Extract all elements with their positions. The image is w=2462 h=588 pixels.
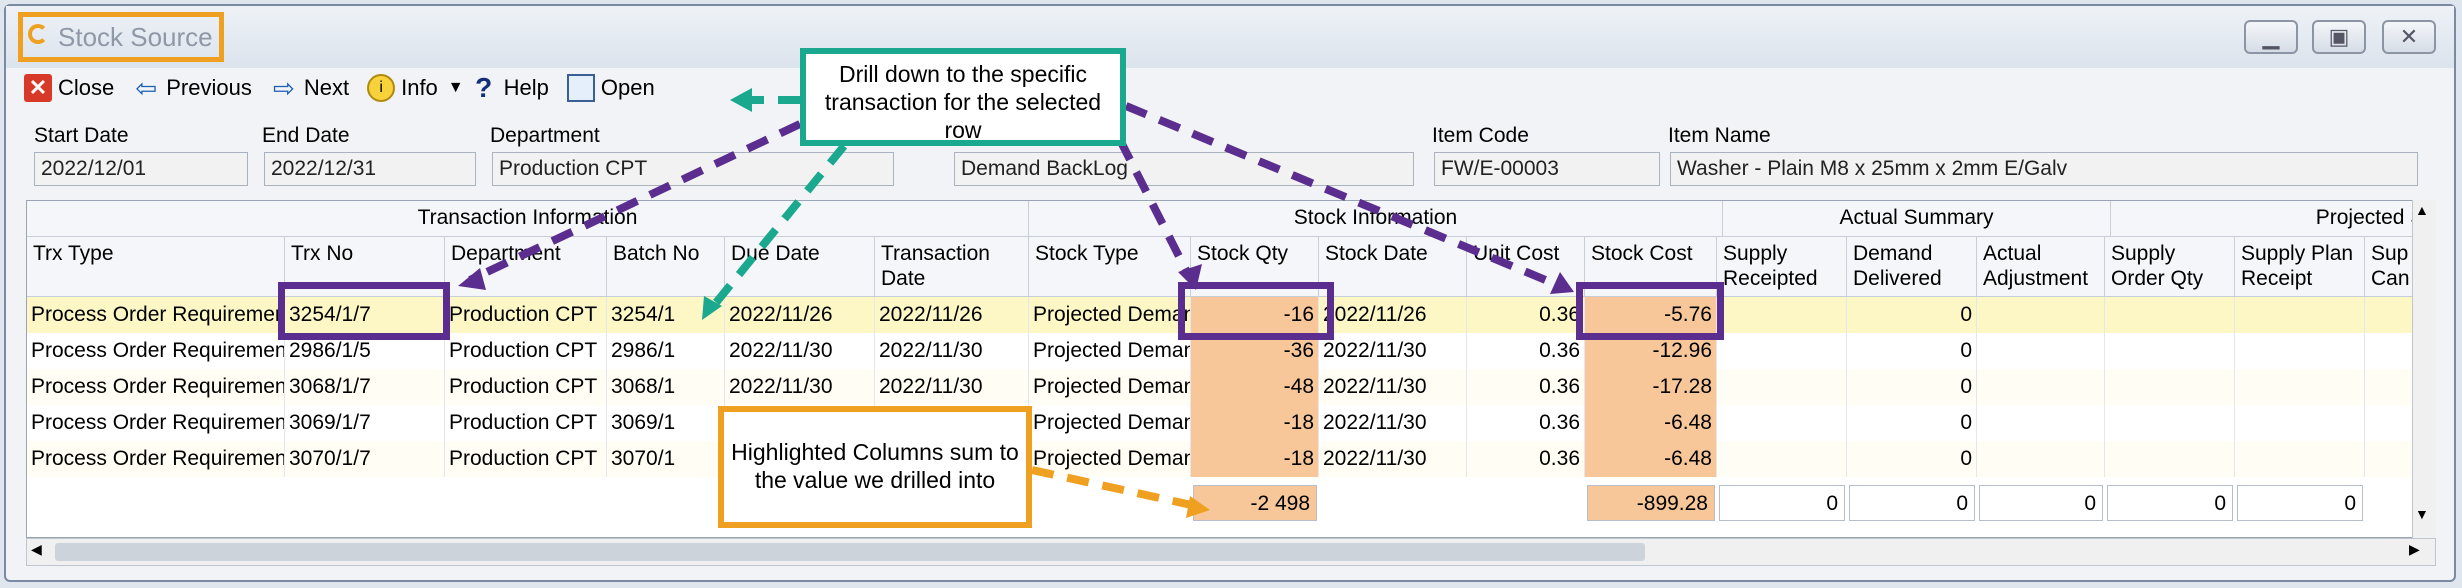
- arrow-to-selected-row: [706, 143, 848, 313]
- arrowhead-trx-no: [458, 268, 486, 290]
- arrowhead-stock-cost: [1550, 272, 1574, 294]
- arrow-to-stock-cost: [1124, 102, 1562, 290]
- arrowhead-stock-qty: [1178, 264, 1202, 290]
- sum-callout: Highlighted Columns sum to the value we …: [718, 406, 1032, 528]
- arrowhead-total: [1186, 496, 1210, 518]
- annotation-arrows: [458, 88, 1574, 518]
- arrowhead-open: [730, 88, 752, 112]
- arrow-to-total: [1031, 466, 1197, 510]
- drill-down-callout: Drill down to the specific transaction f…: [800, 48, 1126, 146]
- arrow-to-stock-qty: [1116, 138, 1194, 280]
